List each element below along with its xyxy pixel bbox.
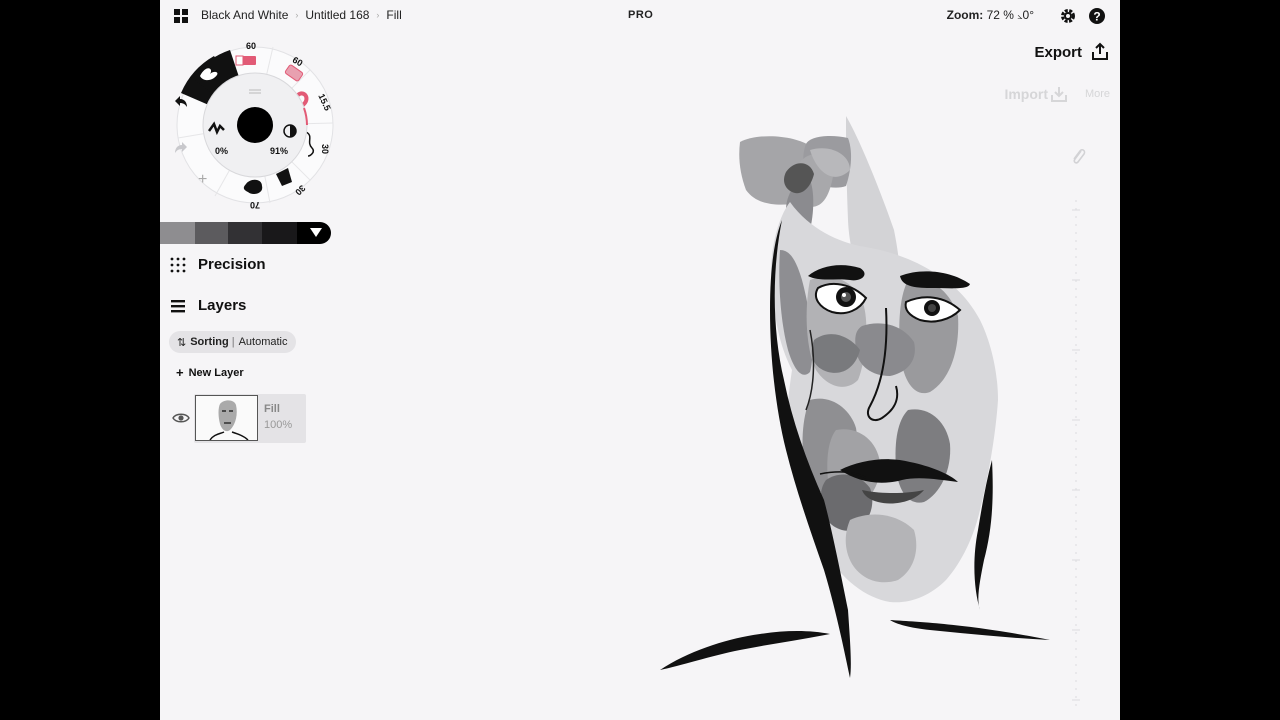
palette-swatch[interactable] [228, 222, 262, 244]
top-bar: Black And White › Untitled 168 › Fill PR… [160, 0, 1120, 32]
breadcrumb-item-drawing[interactable]: Untitled 168 [305, 8, 369, 22]
gear-icon[interactable] [1059, 7, 1077, 25]
layers-title: Layers [198, 297, 247, 314]
sorting-divider: | [231, 336, 235, 348]
precision-label: Precision [198, 256, 266, 273]
more-button[interactable]: More [1085, 88, 1110, 100]
undo-icon[interactable] [173, 95, 189, 109]
palette-swatch[interactable] [195, 222, 228, 244]
palette-swatch[interactable] [262, 222, 297, 244]
portrait-thumbnail-image [209, 400, 249, 441]
new-layer-button[interactable]: + New Layer [176, 365, 244, 380]
eye-icon[interactable] [172, 411, 190, 425]
airbrush-size-label: 70 [250, 200, 260, 210]
color-swatch-active[interactable] [237, 107, 273, 143]
breadcrumb-item-gallery[interactable]: Black And White [201, 8, 288, 22]
smoothing-value: 0% [215, 146, 228, 156]
palette-swatch[interactable] [160, 222, 195, 244]
zoom-value: 72 % [986, 8, 1014, 22]
concepts-app: Black And White › Untitled 168 › Fill PR… [160, 0, 1120, 720]
brush-size-label: 60 [246, 41, 256, 51]
sorting-value: Automatic [238, 336, 288, 348]
breadcrumb: Black And White › Untitled 168 › Fill [201, 8, 402, 22]
pencil-size-label: 30 [320, 144, 330, 154]
layers-menu[interactable]: Layers [170, 297, 246, 314]
new-layer-label: New Layer [188, 366, 244, 379]
portrait-illustration [660, 116, 1050, 678]
dots-grid-icon [170, 257, 186, 272]
layer-name: Fill [264, 403, 280, 415]
color-palette-strip[interactable] [160, 222, 332, 244]
paperclip-icon[interactable] [1070, 146, 1086, 166]
sorting-toggle[interactable]: ⇅ Sorting | Automatic [169, 331, 296, 353]
import-icon[interactable] [1050, 85, 1068, 103]
sorting-label: Sorting [190, 336, 229, 348]
zoom-readout[interactable]: Zoom: 72 % ⦣0° [947, 8, 1034, 22]
sort-arrows-icon: ⇅ [177, 336, 187, 349]
redo-icon[interactable] [173, 141, 189, 155]
tool-wheel[interactable]: 60 60 15.5 30 30 70 + 0% 91% [170, 38, 340, 213]
layer-opacity: 100% [264, 419, 293, 431]
help-icon[interactable]: ? [1088, 7, 1106, 25]
rotation-value: 0° [1022, 8, 1034, 22]
precision-menu[interactable]: Precision [170, 256, 266, 273]
share-icon[interactable] [1090, 42, 1110, 62]
pro-badge[interactable]: PRO [628, 9, 653, 21]
zoom-label: Zoom: [946, 8, 984, 22]
add-tool-icon[interactable]: + [198, 171, 207, 188]
chevron-right-icon: › [295, 10, 299, 20]
canvas-drawing[interactable] [510, 110, 1050, 680]
svg-text:?: ? [1093, 10, 1100, 24]
opacity-value: 91% [270, 146, 288, 156]
layers-icon [171, 299, 185, 312]
import-button[interactable]: Import [1004, 86, 1048, 102]
layer-thumbnail [195, 395, 258, 441]
chevron-right-icon: › [376, 10, 380, 20]
plus-icon: + [176, 365, 184, 380]
export-button[interactable]: Export [1034, 44, 1082, 61]
scroll-ruler[interactable] [1070, 200, 1082, 710]
breadcrumb-item-layer[interactable]: Fill [386, 8, 401, 22]
layer-item[interactable]: Fill 100% [194, 394, 306, 443]
grid-icon[interactable] [173, 8, 189, 24]
